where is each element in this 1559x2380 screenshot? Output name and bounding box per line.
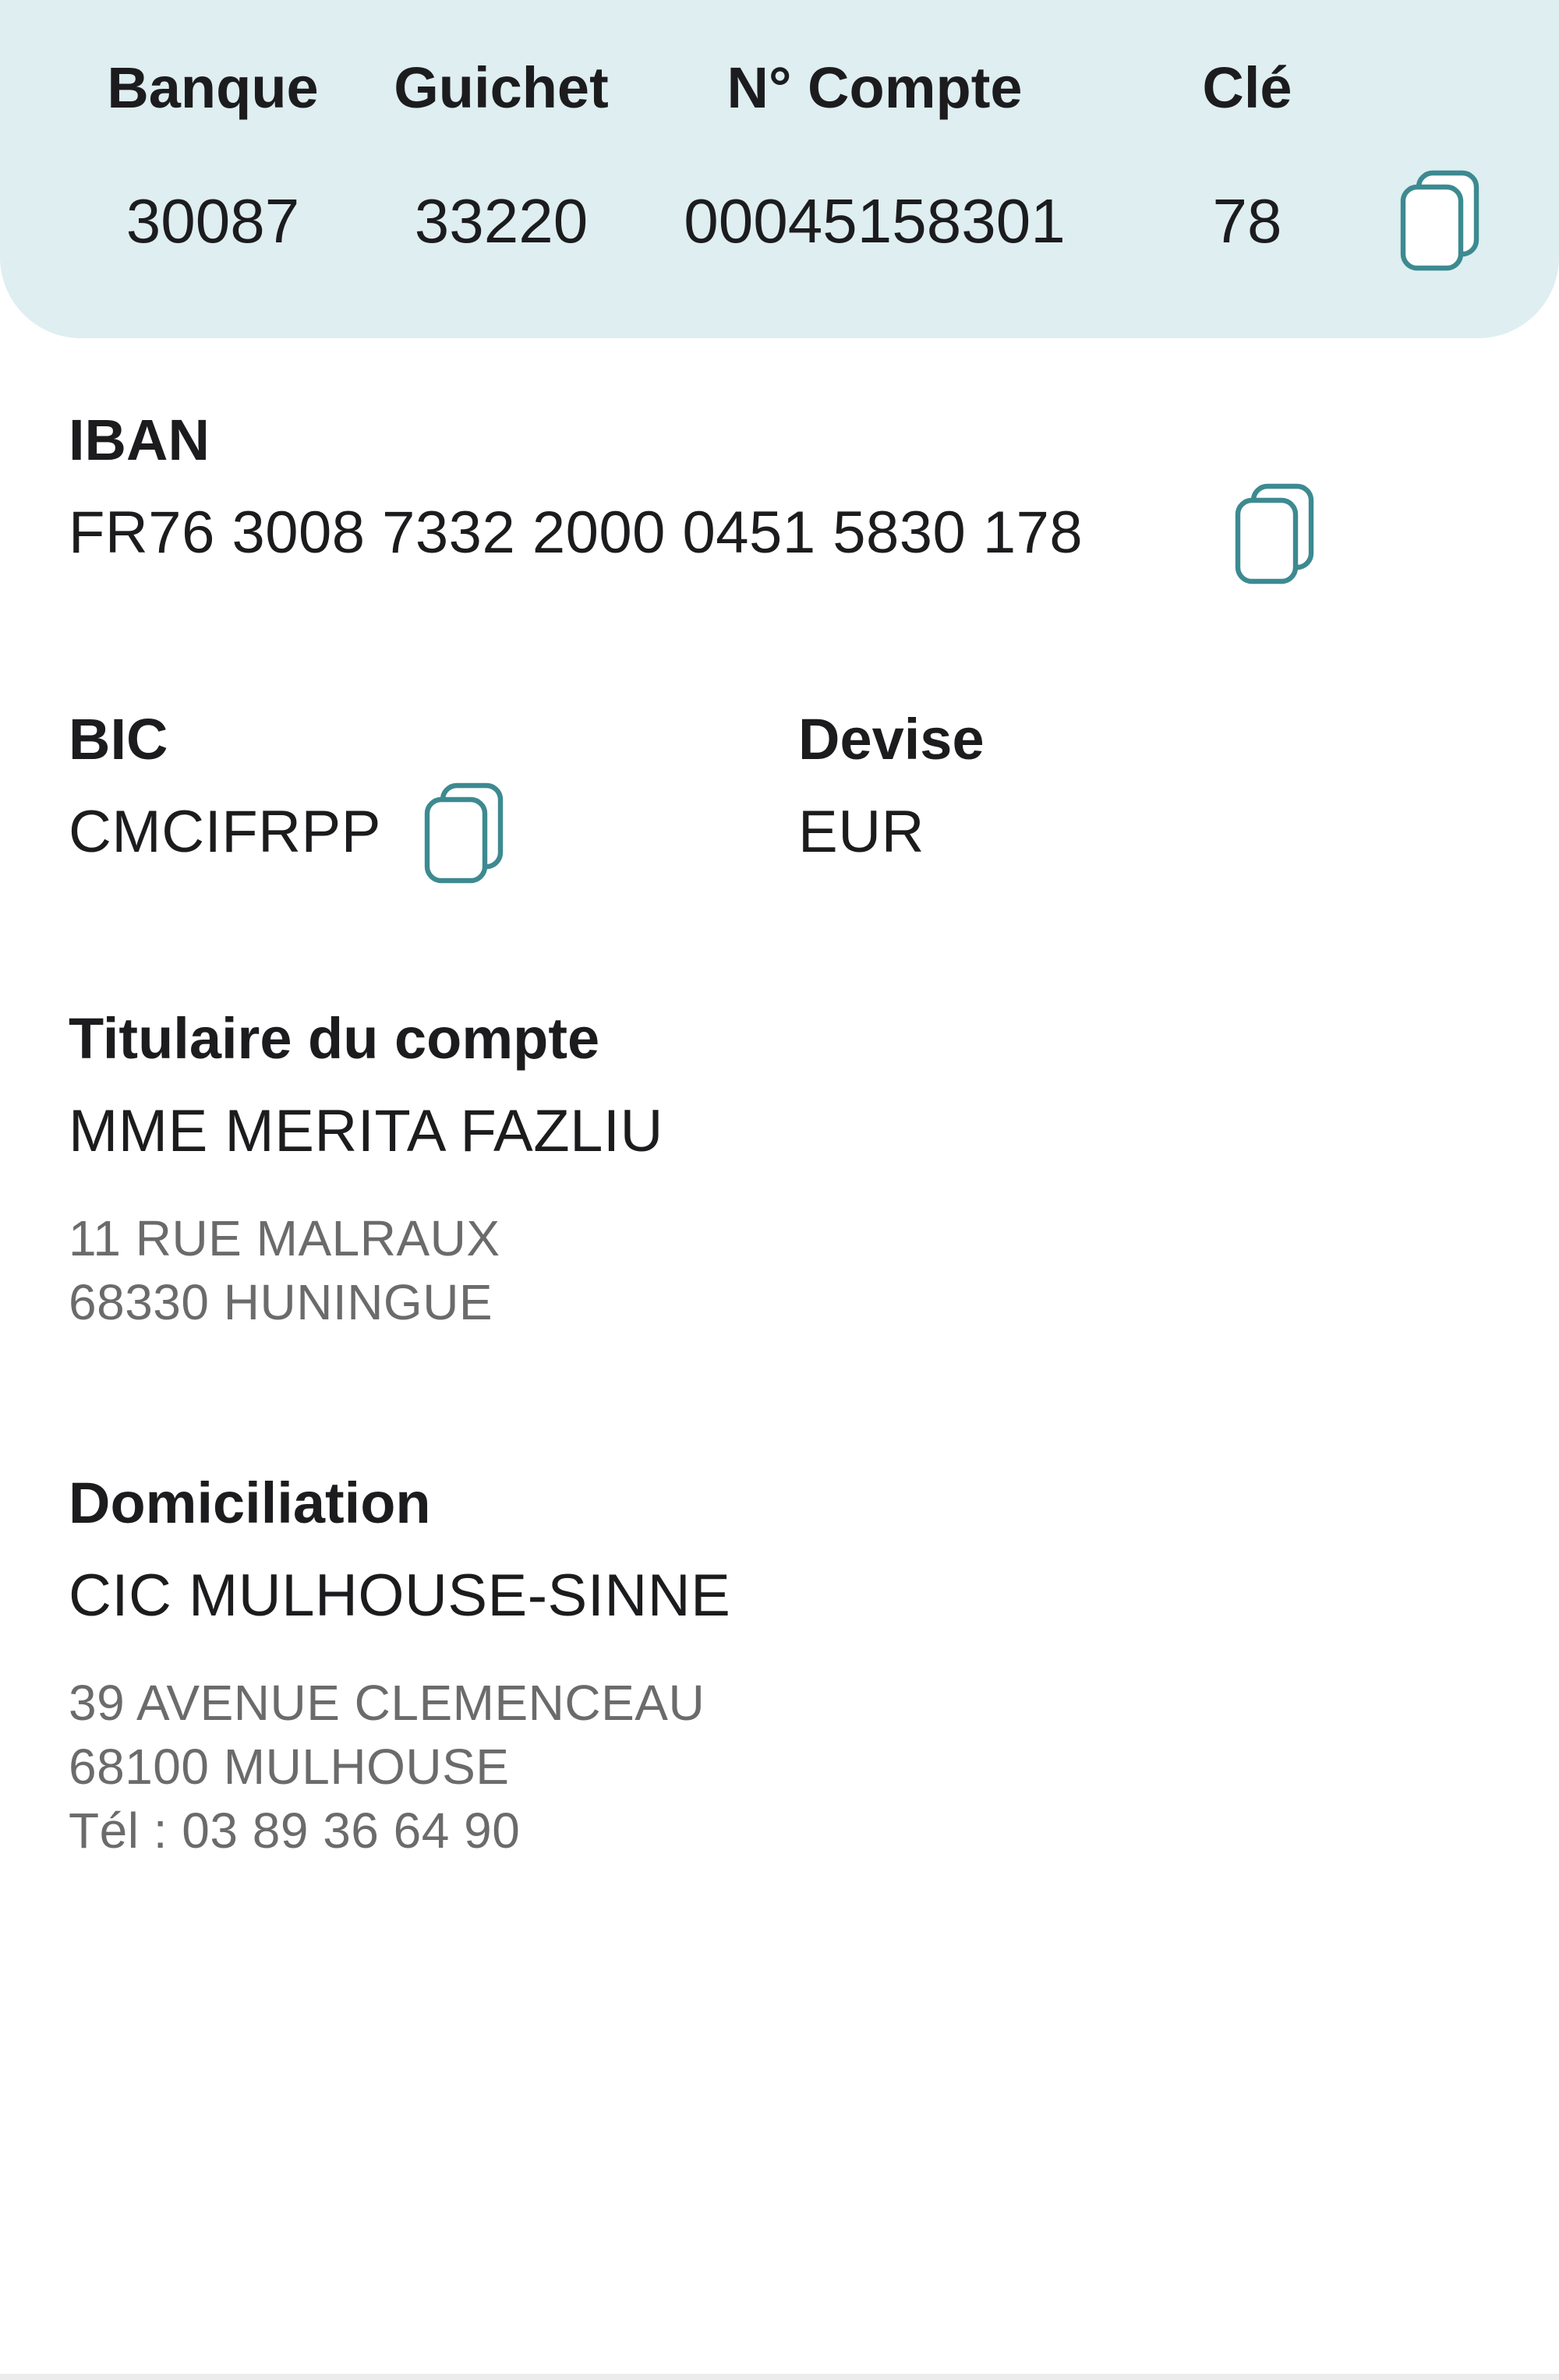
branch-code-value: 33220 [414,186,589,256]
copy-icon [424,782,504,884]
account-holder-label: Titulaire du compte [69,1006,600,1071]
currency-label: Devise [798,707,985,772]
branch-code-header: Guichet [394,55,609,120]
account-holder-name: MME MERITA FAZLIU [69,1098,663,1164]
bank-code-header: Banque [107,55,319,120]
rib-key-header: Clé [1202,55,1292,120]
domiciliation-phone: Tél : 03 89 36 64 90 [69,1803,521,1859]
iban-label: IBAN [69,408,210,472]
bic-label: BIC [69,707,168,772]
domiciliation-label: Domiciliation [69,1471,431,1535]
bic-value: CMCIFRPP [69,799,381,865]
bottom-divider [0,2374,1559,2380]
copy-rib-button[interactable] [1398,170,1483,273]
domiciliation-address-line2: 68100 MULHOUSE [69,1739,510,1795]
copy-icon [1400,170,1479,271]
domiciliation-name: CIC MULHOUSE-SINNE [69,1563,731,1629]
account-holder-address-line1: 11 RUE MALRAUX [69,1210,500,1266]
bank-code-value: 30087 [125,186,300,256]
copy-bic-button[interactable] [422,782,507,885]
copy-icon [1235,483,1314,584]
account-number-header: N° Compte [726,55,1023,120]
rib-key-value: 78 [1212,186,1282,256]
currency-value: EUR [798,799,924,865]
copy-iban-button[interactable] [1233,483,1317,586]
iban-value: FR76 3008 7332 2000 0451 5830 178 [69,500,1084,566]
domiciliation-address-line1: 39 AVENUE CLEMENCEAU [69,1675,705,1731]
rib-panel: Banque Guichet N° Compte Clé 30087 33220… [0,0,1559,338]
account-number-value: 00045158301 [684,186,1066,256]
account-holder-address-line2: 68330 HUNINGUE [69,1274,493,1330]
